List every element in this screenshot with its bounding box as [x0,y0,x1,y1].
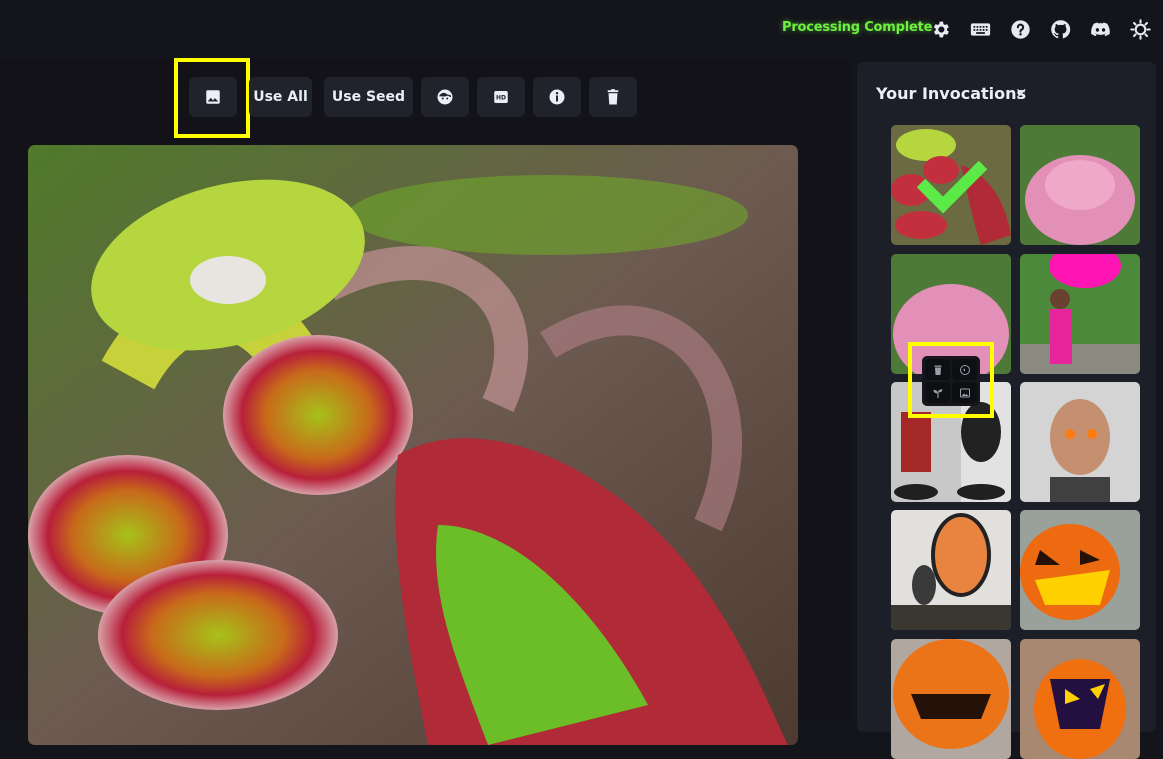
hd-icon: HD [494,91,508,103]
send-to-img2img-button[interactable] [189,77,237,117]
use-all-button[interactable]: Use All [249,77,312,117]
thumbnail-jack-o-lantern [1020,510,1140,630]
thumbnail-jack-o-lantern [891,639,1011,759]
theme-toggle-button[interactable] [1129,18,1151,40]
info-icon [549,89,565,105]
github-icon [1050,19,1070,38]
gallery-item[interactable] [891,510,1011,630]
svg-text:HD: HD [496,95,506,102]
close-gallery-button[interactable]: × [1015,84,1028,102]
pitcher-plant-image [28,145,798,745]
use-all-thumbnail-button[interactable] [952,359,977,380]
top-bar: Processing Complete [0,0,1163,58]
thumbnail-hover-toolbar [922,356,980,406]
image-info-button[interactable] [533,77,581,117]
restore-faces-button[interactable] [421,77,469,117]
gallery-title: Your Invocations [876,84,1027,103]
github-link[interactable] [1049,18,1071,40]
thumbnail-jack-o-lantern [1020,639,1140,759]
gallery-item[interactable] [1020,639,1140,759]
discord-link[interactable] [1089,18,1111,40]
trash-icon [934,365,941,375]
use-all-icon [959,364,970,375]
trash-icon [607,89,619,105]
upscale-button[interactable]: HD [477,77,525,117]
thumbnail-carved-mask [891,510,1011,630]
gallery-item[interactable] [891,639,1011,759]
gallery-item[interactable] [1020,254,1140,374]
gear-icon [933,21,949,37]
send-to-img2img-thumbnail-button[interactable] [952,382,977,403]
thumbnail-girl-balloon [1020,254,1140,374]
gallery-item[interactable] [1020,125,1140,245]
use-seed-thumbnail-button[interactable] [925,382,950,403]
hotkeys-button[interactable] [969,18,991,40]
use-seed-button[interactable]: Use Seed [324,77,413,117]
status-text: Processing Complete [782,20,933,35]
thumbnail-pitcher-plant [891,125,1011,245]
discord-icon [1090,22,1110,36]
image-icon [959,388,970,397]
thumbnail-flower-bush [1020,125,1140,245]
seed-icon [933,388,942,398]
delete-image-button[interactable] [589,77,637,117]
face-icon [437,89,453,105]
help-button[interactable] [1009,18,1031,40]
help-icon [1010,19,1030,39]
gallery-item-selected[interactable] [891,125,1011,245]
thumbnail-man-glowing-eyes [1020,382,1140,502]
gallery-item[interactable] [1020,510,1140,630]
delete-thumbnail-button[interactable] [925,359,950,380]
gallery-item[interactable] [1020,382,1140,502]
sun-icon [1129,18,1151,40]
image-icon [206,90,220,104]
settings-button[interactable] [929,18,951,40]
current-image [28,145,798,745]
keyboard-icon [970,22,990,36]
